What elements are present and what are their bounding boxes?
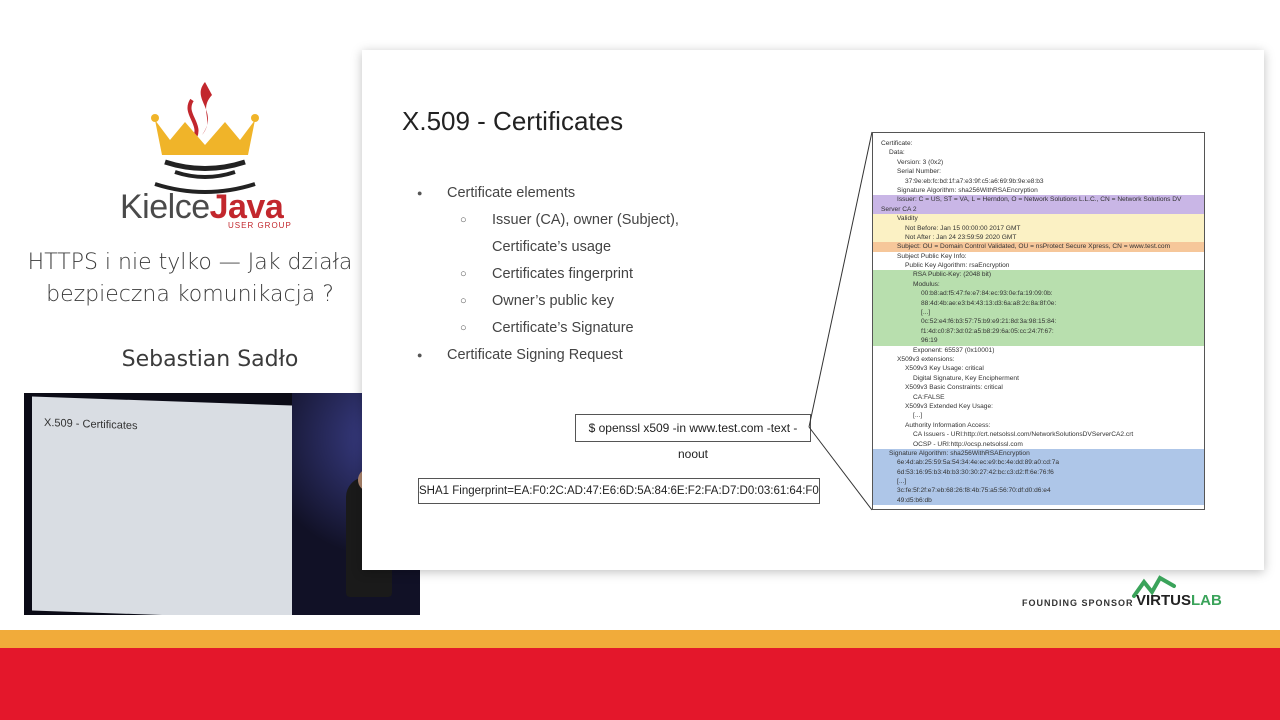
certificate-line: Digital Signature, Key Encipherment xyxy=(913,374,1019,382)
certificate-text-panel: Certificate: Data: Version: 3 (0x2) Serial … xyxy=(872,132,1205,510)
certificate-line: [...] xyxy=(873,308,1204,318)
talk-title: HTTPS i nie tylko — Jak działa bezpieczn… xyxy=(27,250,353,307)
certificate-line: 6d:53:16:95:b3:4b:b3:30:30:27:42:bc:c3:d… xyxy=(873,467,1204,478)
certificate-line: Signature Algorithm: sha256WithRSAEncryp… xyxy=(897,186,1038,194)
footer-red-bar xyxy=(0,648,1280,720)
bullet-item: Certificate Signing Request xyxy=(417,342,679,369)
certificate-line: 37:9e:eb:fc:bd:1f:a7:e3:9f:c5:a6:69:9b:9… xyxy=(905,177,1044,185)
presentation-slide: X.509 - Certificates Certificate element… xyxy=(362,50,1264,570)
certificate-line: Exponent: 65537 (0x10001) xyxy=(913,346,995,354)
sponsor-label: FOUNDING SPONSOR xyxy=(1022,598,1134,608)
speaker-name: Sebastian Sadło xyxy=(121,347,299,372)
speaker-video-inset: X.509 - Certificates xyxy=(24,393,420,615)
sub-bullet-item: Certificate’s Signature xyxy=(417,315,679,342)
bullet-item: Certificate elements xyxy=(417,180,679,207)
certificate-line: Authority Information Access: xyxy=(905,421,991,429)
certificate-line: Version: 3 (0x2) xyxy=(897,158,944,166)
certificate-line: [...] xyxy=(873,477,1204,487)
certificate-line: Serial Number: xyxy=(897,168,941,176)
footer-orange-bar xyxy=(0,630,1280,648)
certificate-line: X509v3 Basic Constraints: critical xyxy=(905,384,1003,392)
certificate-line: 96:19 xyxy=(873,336,1204,346)
certificate-line: Not Before: Jan 15 00:00:00 2017 GMT xyxy=(873,223,1204,233)
certificate-line: Certificate: xyxy=(881,140,913,147)
certificate-line: Signature Algorithm: sha256WithRSAEncryp… xyxy=(873,448,1204,459)
brand-subtitle: USER GROUP xyxy=(228,221,292,230)
certificate-line: CA Issuers - URI:http://crt.netsolssl.co… xyxy=(913,431,1134,439)
sub-bullet-item: Certificates fingerprint xyxy=(417,261,679,288)
certificate-line: 3c:fe:5f:2f:e7:eb:68:26:f8:4b:75:a5:56:7… xyxy=(873,486,1204,496)
sub-bullet-item: Issuer (CA), owner (Subject), xyxy=(417,207,679,234)
certificate-line: 49:d5:b6:db xyxy=(873,495,1204,506)
certificate-line: OCSP - URI:http://ocsp.netsolssl.com xyxy=(913,440,1023,448)
sub-bullet-item: Owner’s public key xyxy=(417,288,679,315)
certificate-line: Subject Public Key Info: xyxy=(897,252,967,260)
certificate-line: Data: xyxy=(889,149,905,157)
projected-slide-title: X.509 - Certificates xyxy=(44,416,138,433)
certificate-line: Not After : Jan 24 23:59:59 2020 GMT xyxy=(873,232,1204,243)
fingerprint-box: SHA1 Fingerprint=EA:F0:2C:AD:47:E6:6D:5A… xyxy=(418,478,820,504)
certificate-line: 00:b8:ad:f5:47:fe:e7:84:ec:93:0e:fa:19:0… xyxy=(873,289,1204,299)
certificate-line: f1:4d:c0:87:3d:02:a5:b8:29:6a:05:cc:24:7… xyxy=(873,326,1204,337)
certificate-line: Public Key Algorithm: rsaEncryption xyxy=(905,262,1010,270)
certificate-line: X509v3 extensions: xyxy=(897,355,955,363)
certificate-line: RSA Public-Key: (2048 bit) xyxy=(873,270,1204,280)
certificate-line: Issuer: C = US, ST = VA, L = Herndon, O … xyxy=(873,195,1204,205)
bullet-list: Certificate elements Issuer (CA), owner … xyxy=(417,180,679,369)
certificate-line: Server CA 2 xyxy=(873,204,1204,215)
certificate-line: Validity xyxy=(873,214,1204,224)
certificate-line: [...] xyxy=(913,412,923,420)
certificate-line: X509v3 Key Usage: critical xyxy=(905,365,984,373)
sponsor-logo: VIRTUSLAB xyxy=(1136,592,1222,609)
certificate-line: 6e:4d:ab:25:59:5a:54:34:4e:ec:e9:bc:4e:d… xyxy=(873,458,1204,468)
openssl-command-box: $ openssl x509 -in www.test.com -text -n… xyxy=(575,414,811,461)
certificate-line: 0c:52:e4:f6:b3:57:75:b9:e9:21:8d:3a:98:1… xyxy=(873,317,1204,327)
certificate-line: 88:4d:4b:ae:e3:b4:43:13:d3:6a:a8:2c:8a:8… xyxy=(873,298,1204,309)
certificate-line: Subject: OU = Domain Control Validated, … xyxy=(873,242,1204,252)
certificate-line: X509v3 Extended Key Usage: xyxy=(905,402,993,410)
slide-title: X.509 - Certificates xyxy=(402,106,624,136)
certificate-line: CA:FALSE xyxy=(913,393,945,401)
sub-bullet-continuation: Certificate’s usage xyxy=(492,239,612,255)
certificate-line: Modulus: xyxy=(873,279,1204,290)
projected-slide: X.509 - Certificates xyxy=(32,396,292,615)
